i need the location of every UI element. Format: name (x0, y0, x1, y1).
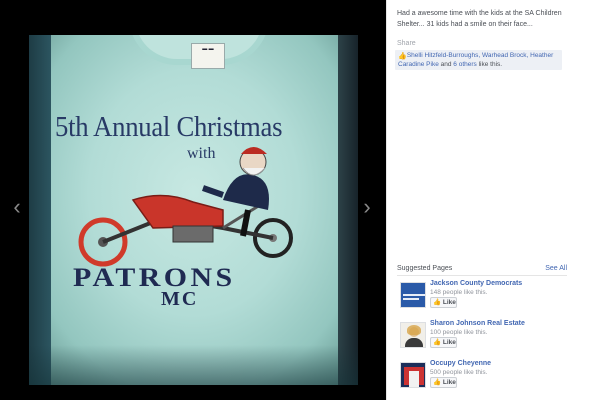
photo-stage: ▬ ▬ 5th Annual Christmas with PATRONS MC (0, 0, 386, 400)
chevron-left-icon[interactable]: ‹ (10, 196, 24, 220)
like-label: Like (442, 379, 456, 386)
photo[interactable]: ▬ ▬ 5th Annual Christmas with PATRONS MC (29, 35, 358, 385)
shirt-tag-mark: ▬ ▬ (202, 46, 214, 52)
likes-suffix: like this. (476, 61, 503, 68)
santa-beard (242, 167, 266, 176)
thumbs-up-icon: 👍 (433, 379, 442, 386)
photo-shadow (29, 345, 358, 385)
bike-engine (172, 225, 214, 243)
suggested-pages-header: Suggested Pages See All (397, 265, 567, 275)
shirt-patrons-text: PATRONS (73, 263, 236, 292)
likes-summary: 👍 Shelli Hitzfeld-Burroughs, Warhead Bro… (395, 50, 562, 70)
thumb-graphic (409, 371, 419, 387)
divider (397, 275, 567, 276)
thumbs-up-icon: 👍 (398, 53, 407, 60)
thumb-graphic (403, 298, 419, 300)
chevron-right-icon[interactable]: › (360, 196, 374, 220)
thumb-graphic (403, 294, 425, 296)
like-button[interactable]: 👍 Like (430, 337, 457, 348)
thumbs-up-icon: 👍 (433, 299, 442, 306)
page-like-count: 500 people like this. (430, 369, 488, 376)
page-thumbnail[interactable] (400, 282, 426, 308)
page-name[interactable]: Jackson County Democrats (430, 280, 522, 287)
santa-body (223, 174, 269, 210)
shirt-mc-text: MC (161, 288, 199, 310)
thumb-shoulders (405, 338, 423, 347)
shirt-tag: ▬ ▬ (191, 43, 225, 69)
post-caption: Had a awesome time with the kids at the … (397, 10, 562, 28)
like-label: Like (442, 299, 456, 306)
suggested-pages-title: Suggested Pages (397, 265, 453, 272)
see-all-link[interactable]: See All (545, 265, 567, 272)
page-name[interactable]: Sharon Johnson Real Estate (430, 320, 525, 327)
photo-background-right (338, 35, 358, 385)
santa-arm (202, 185, 224, 198)
share-link[interactable]: Share (397, 40, 416, 47)
thumb-hair (407, 325, 421, 335)
like-label: Like (442, 339, 456, 346)
like-button[interactable]: 👍 Like (430, 377, 457, 388)
suggested-page-item: Occupy Cheyenne 500 people like this. 👍 … (397, 360, 567, 394)
thumbs-up-icon: 👍 (433, 339, 442, 346)
page-thumbnail[interactable] (400, 362, 426, 388)
page-like-count: 148 people like this. (430, 289, 488, 296)
page-name[interactable]: Occupy Cheyenne (430, 360, 491, 367)
like-button[interactable]: 👍 Like (430, 297, 457, 308)
page-like-count: 100 people like this. (430, 329, 488, 336)
suggested-page-item: Sharon Johnson Real Estate 100 people li… (397, 320, 567, 354)
page-thumbnail[interactable] (400, 322, 426, 348)
likes-others-link[interactable]: 6 others (453, 61, 477, 68)
santa-hat (241, 147, 267, 154)
photo-background-left (29, 35, 51, 385)
likes-and: and (438, 61, 454, 68)
suggested-page-item: Jackson County Democrats 148 people like… (397, 280, 567, 314)
santa-motorcycle-graphic (78, 147, 293, 267)
post-sidebar: Had a awesome time with the kids at the … (386, 0, 600, 400)
